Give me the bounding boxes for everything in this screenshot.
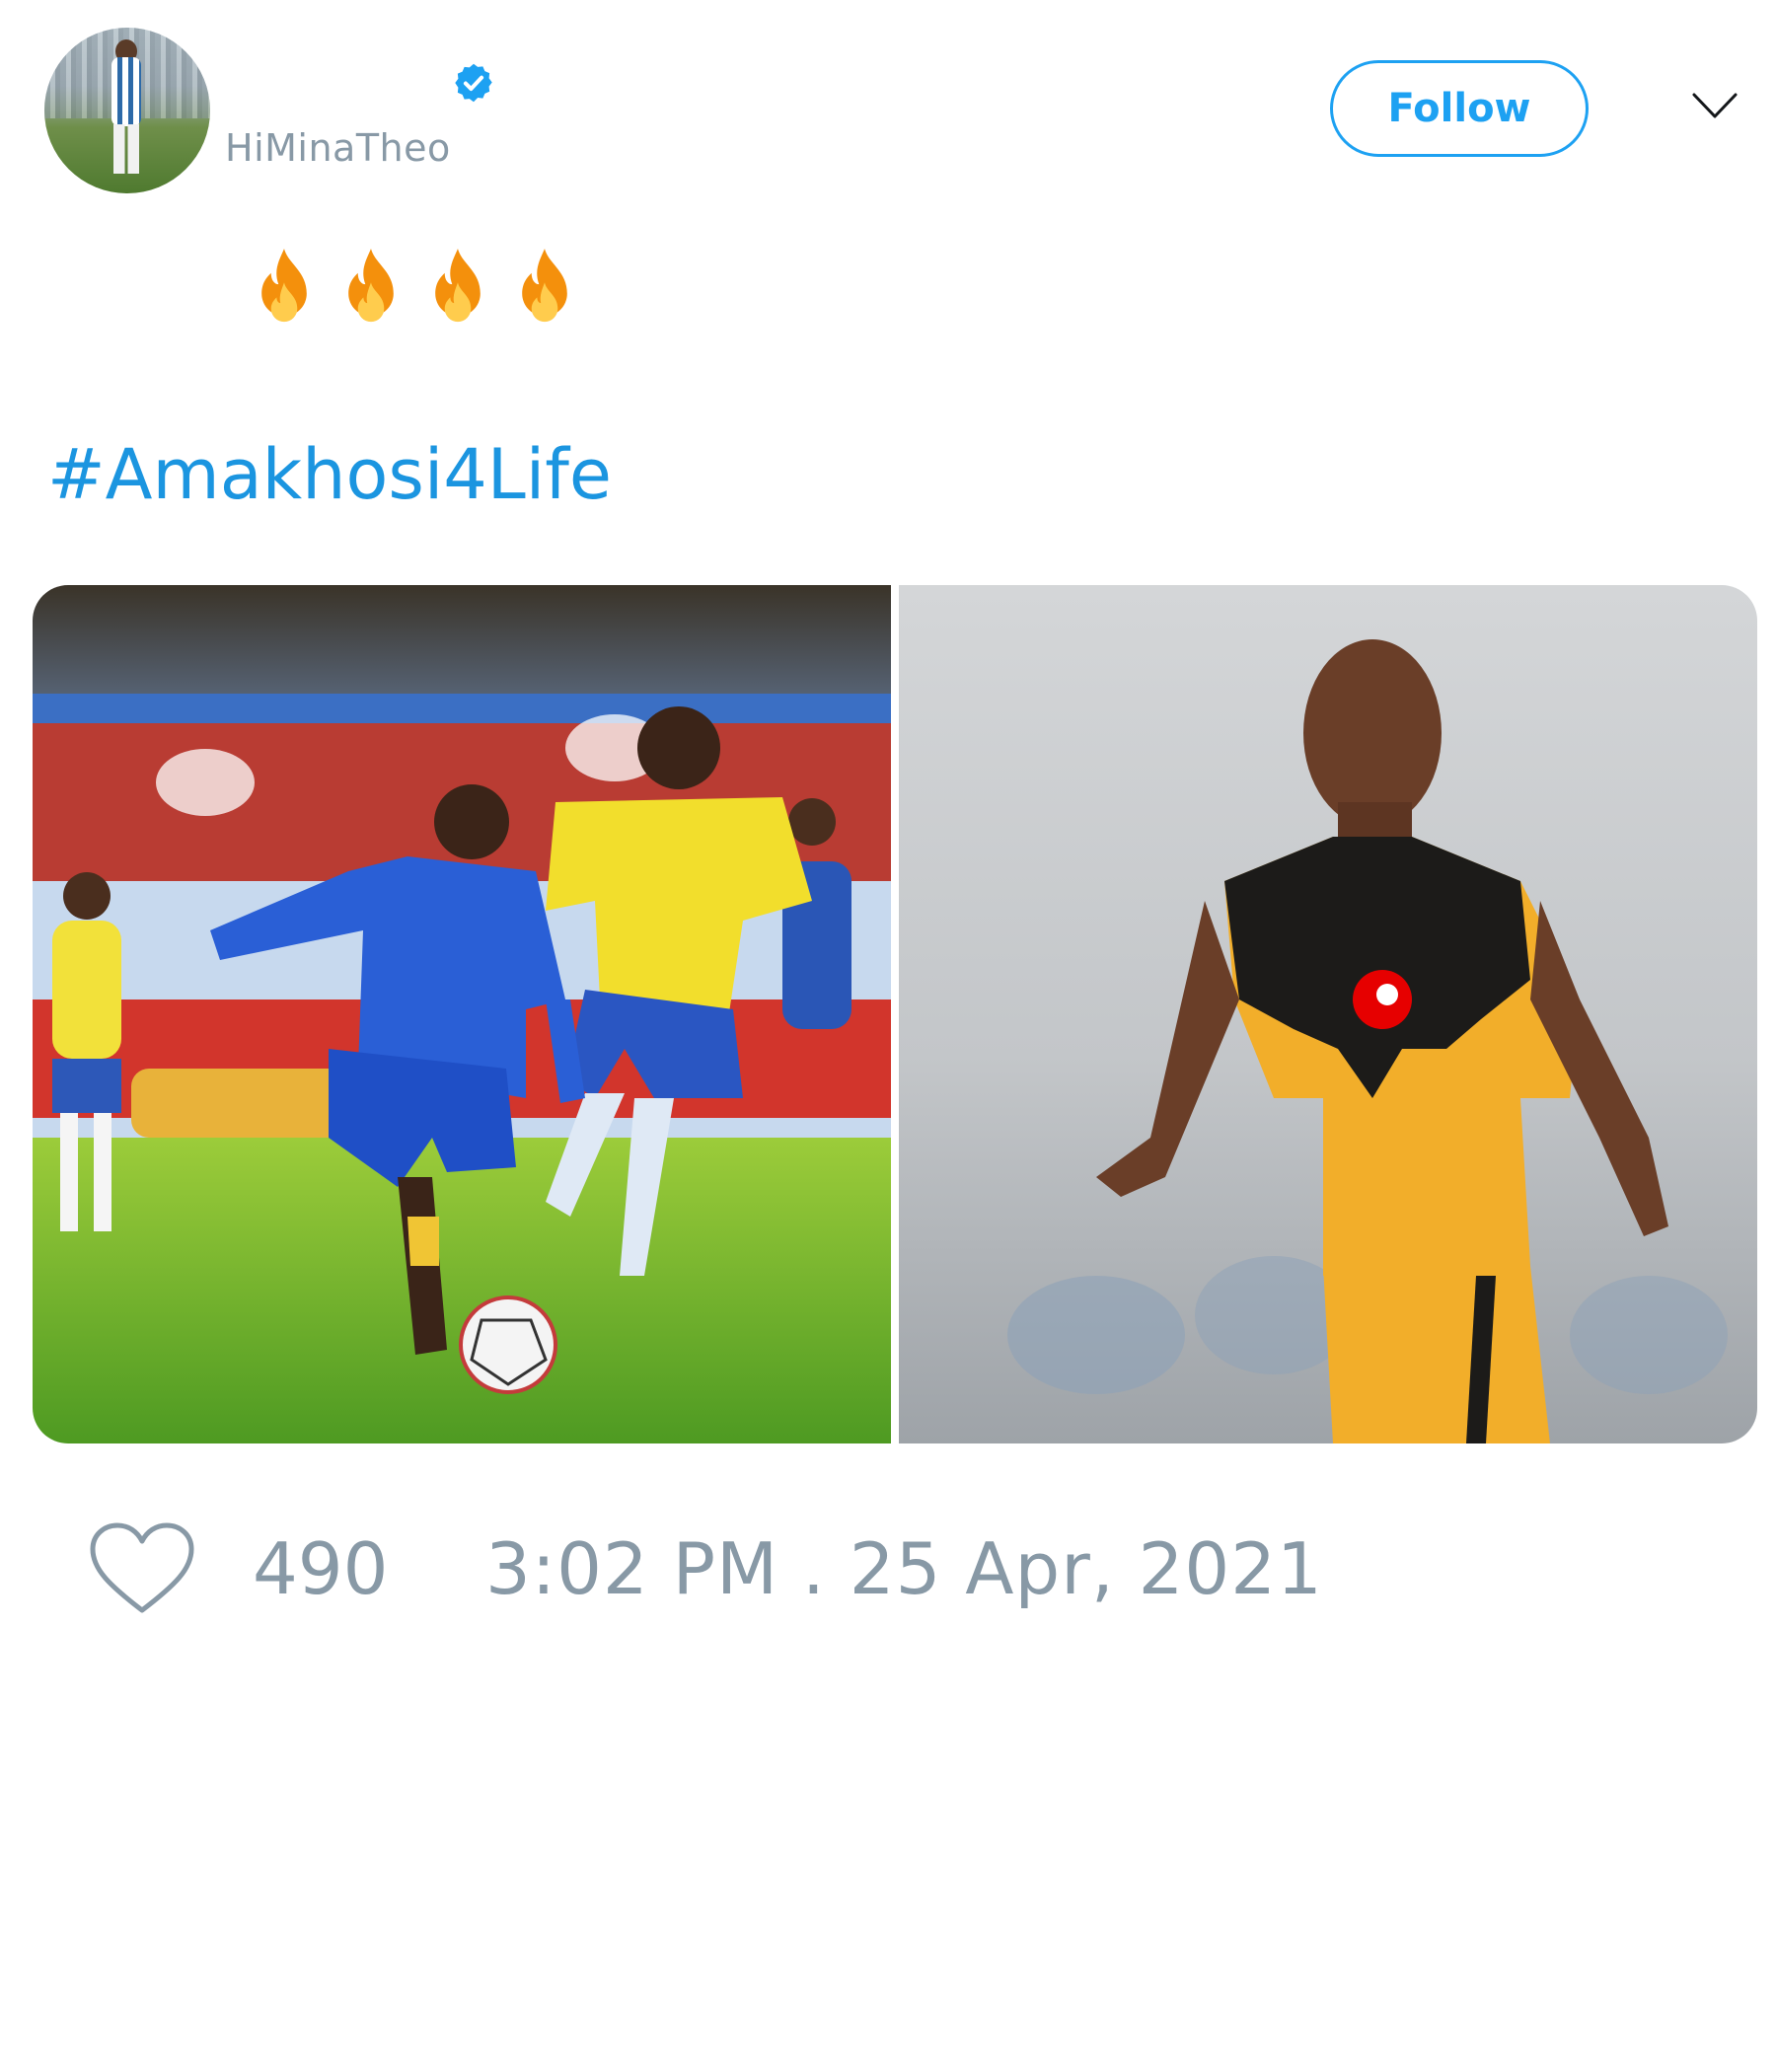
fire-icon — [435, 249, 481, 323]
player-portrait-photo[interactable] — [899, 585, 1757, 1443]
verified-badge-icon — [455, 63, 492, 103]
avatar-figure-body — [111, 57, 141, 126]
chevron-down-icon[interactable] — [1691, 91, 1739, 120]
media-grid — [33, 585, 1757, 1443]
match-action-photo[interactable] — [33, 585, 891, 1443]
avatar-figure-legs — [113, 124, 139, 174]
like-count: 490 — [253, 1527, 389, 1610]
tweet-card: HiMinaTheo Follow #Amakhosi4Life 490 3:0… — [0, 0, 1776, 2072]
fire-icon — [261, 249, 307, 323]
display-name[interactable] — [227, 61, 444, 101]
emoji-line — [247, 245, 582, 328]
heart-icon[interactable] — [87, 1519, 197, 1618]
avatar[interactable] — [44, 28, 210, 193]
tweet-timestamp[interactable]: 3:02 PM . 25 Apr, 2021 — [485, 1527, 1323, 1610]
fire-icon — [522, 249, 567, 323]
hashtag-link[interactable]: #Amakhosi4Life — [47, 434, 612, 515]
user-handle[interactable]: HiMinaTheo — [225, 126, 451, 170]
fire-icon — [348, 249, 394, 323]
follow-button[interactable]: Follow — [1330, 60, 1589, 157]
